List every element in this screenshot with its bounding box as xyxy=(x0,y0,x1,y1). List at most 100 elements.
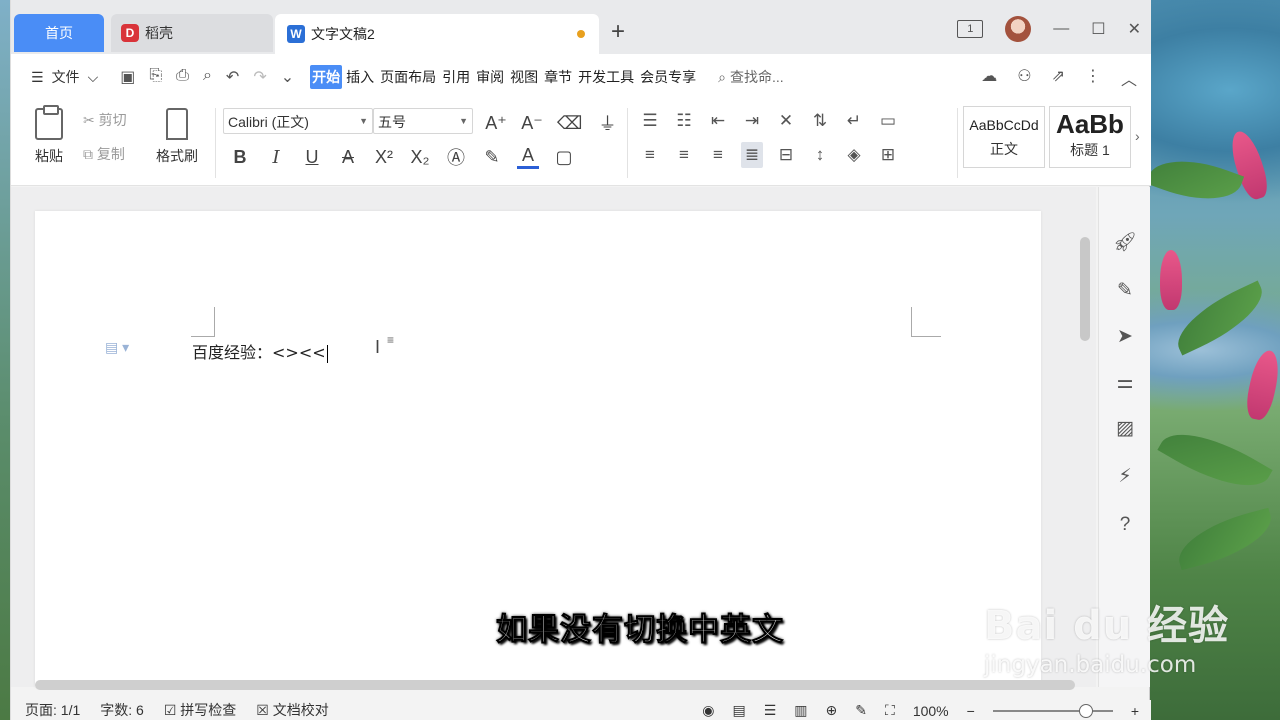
copy-button[interactable]: ⧉ 复制 xyxy=(83,144,125,164)
tab-references[interactable]: 引用 xyxy=(440,65,472,89)
document-proofread-button[interactable]: ☒ 文档校对 xyxy=(256,700,328,720)
zoom-slider-knob[interactable] xyxy=(1078,703,1093,718)
borders-icon[interactable]: ⊞ xyxy=(877,142,899,168)
tab-chapter[interactable]: 章节 xyxy=(542,65,574,89)
reading-view-icon[interactable]: ▥ xyxy=(794,702,807,719)
align-left-icon[interactable]: ≡ xyxy=(639,142,661,168)
text-effect-icon[interactable]: Ⓐ xyxy=(445,144,467,170)
add-tab-button[interactable]: + xyxy=(611,20,625,44)
maximize-icon[interactable]: ☐ xyxy=(1091,19,1105,39)
font-size-select[interactable]: 五号 ▼ xyxy=(373,108,473,134)
web-view-icon[interactable]: ⊕ xyxy=(826,702,838,719)
char-border-icon[interactable]: ▢ xyxy=(553,147,575,168)
numbered-list-icon[interactable]: ☷ xyxy=(673,108,695,134)
redo-icon[interactable]: ↷ xyxy=(253,67,266,87)
format-painter-button[interactable]: 格式刷 xyxy=(151,108,203,166)
increase-indent-icon[interactable]: ⇥ xyxy=(741,108,763,134)
tab-view[interactable]: 视图 xyxy=(508,65,540,89)
pen-icon[interactable]: ✎ xyxy=(1113,279,1137,303)
zoom-out-icon[interactable]: − xyxy=(967,703,975,719)
eye-protection-icon[interactable]: ◉ xyxy=(702,702,714,719)
shading-icon[interactable]: ◈ xyxy=(843,142,865,168)
style-normal[interactable]: AaBbCcDd 正文 xyxy=(963,106,1045,168)
rocket-icon[interactable]: 🚀︎ xyxy=(1113,231,1137,255)
tab-insert[interactable]: 插入 xyxy=(344,65,376,89)
paste-button[interactable]: 粘贴 xyxy=(27,105,71,166)
pointer-icon[interactable]: ➤ xyxy=(1113,325,1137,349)
collapse-ribbon-icon[interactable]: ︿ xyxy=(1121,66,1137,90)
undo-icon[interactable]: ↶ xyxy=(226,67,239,87)
bold-icon[interactable]: B xyxy=(229,147,251,168)
styles-more-icon[interactable]: › xyxy=(1135,128,1140,144)
more-icon[interactable]: ⋮ xyxy=(1085,66,1101,90)
phonetic-guide-icon[interactable]: ⏚ xyxy=(596,110,618,136)
underline-icon[interactable]: U xyxy=(301,147,323,168)
word-count[interactable]: 字数: 6 xyxy=(100,700,144,720)
style-heading-1[interactable]: AaBb 标题 1 xyxy=(1049,106,1131,168)
justify-icon[interactable]: ≣ xyxy=(741,142,763,168)
avatar[interactable] xyxy=(1005,16,1032,42)
collaborate-icon[interactable]: ⚇ xyxy=(1017,66,1031,90)
zoom-slider[interactable] xyxy=(992,703,1113,718)
docer-logo-icon: D xyxy=(121,24,139,42)
tab-docer[interactable]: D 稻壳 xyxy=(111,14,273,52)
page-count[interactable]: 页面: 1/1 xyxy=(25,700,80,720)
align-right-icon[interactable]: ≡ xyxy=(707,142,729,168)
outline-view-icon[interactable]: ☰ xyxy=(764,702,777,719)
subscript-icon[interactable]: X₂ xyxy=(409,147,431,168)
tab-document[interactable]: W 文字文稿2 xyxy=(275,14,599,54)
font-name-select[interactable]: Calibri (正文) ▼ xyxy=(223,108,373,134)
share-icon[interactable]: ⇗ xyxy=(1052,66,1065,90)
cloud-sync-icon[interactable]: ☁ xyxy=(981,66,997,90)
cut-button[interactable]: ✂ 剪切 xyxy=(83,110,127,130)
help-icon[interactable]: ? xyxy=(1113,513,1137,537)
tab-review[interactable]: 审阅 xyxy=(474,65,506,89)
document-body-text[interactable]: 百度经验：<><< xyxy=(192,339,328,363)
spell-check-toggle[interactable]: ☑ 拼写检查 xyxy=(164,700,236,720)
file-menu[interactable]: ☰ 文件 ⌵ xyxy=(31,67,98,87)
tab-page-layout[interactable]: 页面布局 xyxy=(378,65,438,89)
clear-format-icon[interactable]: ⌫ xyxy=(557,113,582,134)
paragraph-handle-icon[interactable]: ▤ ▾ xyxy=(105,339,129,356)
bolt-icon[interactable]: ⚡︎ xyxy=(1113,465,1137,489)
minimize-icon[interactable]: — xyxy=(1053,20,1069,38)
highlight-icon[interactable]: ✎ xyxy=(481,147,503,168)
tab-member[interactable]: 会员专享 xyxy=(638,65,698,89)
close-icon[interactable]: ✕ xyxy=(1128,19,1141,39)
write-mode-icon[interactable]: ✎ xyxy=(855,702,867,719)
sort-icon[interactable]: ⇅ xyxy=(809,108,831,134)
bullet-list-icon[interactable]: ☰ xyxy=(639,108,661,134)
horizontal-scroll-thumb[interactable] xyxy=(35,680,1075,690)
vertical-scroll-thumb[interactable] xyxy=(1080,237,1090,341)
horizontal-scrollbar[interactable] xyxy=(21,678,1081,692)
align-center-icon[interactable]: ≡ xyxy=(673,142,695,168)
strikethrough-icon[interactable]: A xyxy=(337,147,359,168)
ruler-icon[interactable]: ▭ xyxy=(877,108,899,134)
show-marks-icon[interactable]: ↵ xyxy=(843,108,865,134)
fit-page-icon[interactable]: ⛶ xyxy=(885,702,895,719)
italic-icon[interactable]: I xyxy=(265,147,287,168)
zoom-level[interactable]: 100% xyxy=(913,703,949,719)
font-color-icon[interactable]: A xyxy=(517,145,539,169)
window-layout-button[interactable]: 1 xyxy=(957,20,984,38)
grow-font-icon[interactable]: A⁺ xyxy=(485,113,507,134)
tab-developer[interactable]: 开发工具 xyxy=(576,65,636,89)
shrink-font-icon[interactable]: A⁻ xyxy=(521,113,543,134)
distribute-icon[interactable]: ⊟ xyxy=(775,142,797,168)
decrease-indent-icon[interactable]: ⇤ xyxy=(707,108,729,134)
tab-start[interactable]: 开始 xyxy=(310,65,343,89)
zoom-in-icon[interactable]: + xyxy=(1131,703,1139,719)
image-tools-icon[interactable]: ▨ xyxy=(1113,417,1137,441)
line-spacing-icon[interactable]: ↕ xyxy=(809,142,831,168)
customize-toolbar-icon[interactable]: ⌄ xyxy=(281,67,294,87)
chinese-layout-icon[interactable]: ✕ xyxy=(775,108,797,134)
command-search[interactable]: ⌕ 查找命... xyxy=(718,67,784,87)
tab-home[interactable]: 首页 xyxy=(14,14,104,52)
sliders-icon[interactable]: ⚌ xyxy=(1113,371,1137,395)
print-icon[interactable]: ⎙ xyxy=(176,67,189,87)
print-preview-icon[interactable]: ⌕ xyxy=(203,67,212,87)
page-view-icon[interactable]: ▤ xyxy=(733,702,746,719)
superscript-icon[interactable]: X² xyxy=(373,147,395,168)
save-icon[interactable]: ▣ xyxy=(120,67,135,87)
export-pdf-icon[interactable]: ⎘ xyxy=(149,67,162,87)
